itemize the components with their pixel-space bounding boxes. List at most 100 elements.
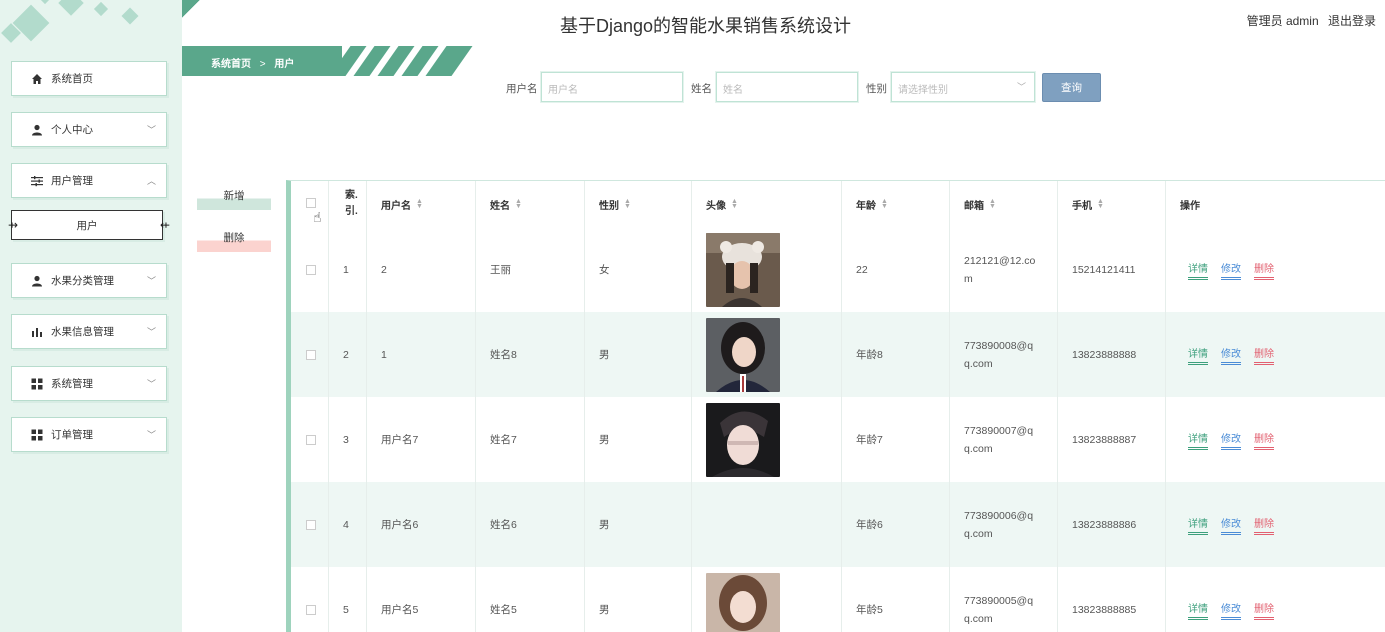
cell-gender: 男 — [585, 397, 692, 482]
sidebar-subitem-users[interactable]: ⇸ 用户 ⇷ — [8, 210, 170, 240]
cell-username: 用户名5 — [367, 567, 476, 632]
table-row: 4 用户名6 姓名6 男 年龄6 773890006@q q.com 13823… — [291, 482, 1385, 567]
chevron-down-icon: ﹀ — [1016, 82, 1026, 92]
cell-operations: 详情 修改 删除 — [1166, 397, 1385, 482]
sidebar-item-user-management[interactable]: 用户管理 ︿ — [11, 163, 167, 198]
row-checkbox-cell — [291, 567, 329, 632]
row-checkbox[interactable] — [306, 604, 316, 615]
sort-icon: ▲ ▼ — [731, 198, 738, 210]
sidebar-item-label: 用户管理 — [51, 175, 93, 187]
detail-button[interactable]: 详情 — [1188, 260, 1208, 280]
header-phone[interactable]: 手机 ▲ ▼ — [1058, 181, 1166, 227]
cell-name: 姓名8 — [476, 312, 585, 397]
cell-username: 1 — [367, 312, 476, 397]
cell-operations: 详情 修改 删除 — [1166, 227, 1385, 312]
username-search-input[interactable]: 用户名 — [541, 72, 683, 102]
edit-button[interactable]: 修改 — [1221, 600, 1241, 620]
sort-icon: ▲ ▼ — [989, 198, 996, 210]
sidebar-item-label: 水果信息管理 — [51, 326, 114, 338]
cell-phone: 13823888887 — [1058, 397, 1166, 482]
grid-icon — [30, 428, 43, 441]
name-search-input[interactable]: 姓名 — [716, 72, 858, 102]
edit-button[interactable]: 修改 — [1221, 345, 1241, 365]
cell-phone: 15214121411 — [1058, 227, 1166, 312]
row-checkbox[interactable] — [306, 264, 316, 275]
person-icon — [30, 274, 43, 287]
corner-decoration — [182, 0, 212, 30]
breadcrumb-home[interactable]: 系统首页 — [211, 59, 251, 70]
grid-icon — [30, 377, 43, 390]
cell-name: 王丽 — [476, 227, 585, 312]
cell-age: 年龄8 — [842, 312, 950, 397]
search-button[interactable]: 查询 — [1042, 73, 1101, 102]
row-checkbox-cell — [291, 227, 329, 312]
cell-email: 773890007@q q.com — [950, 397, 1058, 482]
breadcrumb-current: 用户 — [274, 59, 295, 70]
header-email[interactable]: 邮箱 ▲ ▼ — [950, 181, 1058, 227]
header-label: 头像 — [706, 200, 726, 212]
row-checkbox[interactable] — [306, 349, 316, 360]
cell-email: 773890005@q q.com — [950, 567, 1058, 632]
header-name[interactable]: 姓名 ▲ ▼ — [476, 181, 585, 227]
header-age[interactable]: 年龄 ▲ ▼ — [842, 181, 950, 227]
chevron-down-icon: ﹀ — [146, 327, 156, 337]
cell-gender: 男 — [585, 312, 692, 397]
edit-button[interactable]: 修改 — [1221, 430, 1241, 450]
sort-icon: ▲ ▼ — [416, 198, 423, 210]
delete-button[interactable]: 删除 — [1254, 515, 1274, 535]
delete-button[interactable]: 删除 — [1254, 345, 1274, 365]
header-index: 索. 引. — [329, 181, 367, 227]
sidebar-item-order-management[interactable]: 订单管理 ﹀ — [11, 417, 167, 452]
sidebar-item-fruit-info[interactable]: 水果信息管理 ﹀ — [11, 314, 167, 349]
edit-button[interactable]: 修改 — [1221, 515, 1241, 535]
delete-button[interactable]: 删除 — [1254, 260, 1274, 280]
table-row: 3 用户名7 姓名7 男 年龄7 773890007@q q.com 13823… — [291, 397, 1385, 482]
cell-avatar — [692, 227, 842, 312]
gender-select[interactable]: 请选择性别 ﹀ — [891, 72, 1035, 102]
cell-email: 773890008@q q.com — [950, 312, 1058, 397]
cell-age: 年龄5 — [842, 567, 950, 632]
detail-button[interactable]: 详情 — [1188, 600, 1208, 620]
delete-button[interactable]: 删除 — [1254, 600, 1274, 620]
decor-square — [58, 0, 84, 16]
add-button[interactable]: 新增 — [197, 184, 271, 210]
cell-operations: 详情 修改 删除 — [1166, 312, 1385, 397]
detail-button[interactable]: 详情 — [1188, 345, 1208, 365]
header-label: 邮箱 — [964, 200, 984, 212]
detail-button[interactable]: 详情 — [1188, 515, 1208, 535]
cell-index: 1 — [329, 227, 367, 312]
logout-link[interactable]: 退出登录 — [1328, 14, 1376, 28]
email-line: q.com — [964, 357, 993, 370]
cell-username: 2 — [367, 227, 476, 312]
delete-button[interactable]: 删除 — [1254, 430, 1274, 450]
header-username[interactable]: 用户名 ▲ ▼ — [367, 181, 476, 227]
chevron-up-icon: ︿ — [146, 176, 156, 186]
sidebar-item-personal-center[interactable]: 个人中心 ﹀ — [11, 112, 167, 147]
email-line: q.com — [964, 527, 993, 540]
cell-gender: 男 — [585, 567, 692, 632]
sidebar-item-label: 系统管理 — [51, 378, 93, 390]
edit-button[interactable]: 修改 — [1221, 260, 1241, 280]
row-checkbox[interactable] — [306, 519, 316, 530]
cell-avatar — [692, 567, 842, 632]
cell-gender: 女 — [585, 227, 692, 312]
avatar — [706, 317, 780, 392]
header-operations: 操作 — [1166, 181, 1385, 227]
select-all-checkbox[interactable] — [306, 198, 316, 208]
row-checkbox[interactable] — [306, 434, 316, 445]
sidebar-item-fruit-category[interactable]: 水果分类管理 ﹀ — [11, 263, 167, 298]
sidebar-item-system-management[interactable]: 系统管理 ﹀ — [11, 366, 167, 401]
email-line: 773890008@q — [964, 339, 1034, 352]
search-bar: 用户名 用户名 姓名 姓名 性别 请选择性别 ﹀ — [0, 72, 1385, 102]
cell-avatar — [692, 482, 842, 567]
cell-email: 212121@12.co m — [950, 227, 1058, 312]
header-avatar[interactable]: 头像 ▲ ▼ — [692, 181, 842, 227]
chevron-down-icon: ﹀ — [146, 379, 156, 389]
cell-operations: 详情 修改 删除 — [1166, 567, 1385, 632]
username-label: 用户名 — [506, 83, 538, 95]
name-label: 姓名 — [691, 83, 712, 95]
header-label: 手机 — [1072, 200, 1092, 212]
batch-delete-button[interactable]: 删除 — [197, 226, 271, 252]
header-gender[interactable]: 性别 ▲ ▼ — [585, 181, 692, 227]
detail-button[interactable]: 详情 — [1188, 430, 1208, 450]
